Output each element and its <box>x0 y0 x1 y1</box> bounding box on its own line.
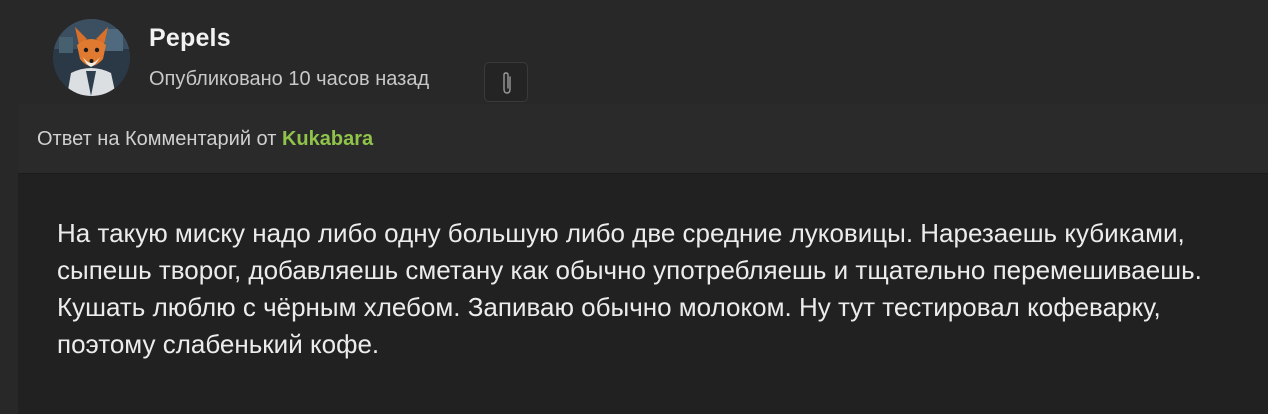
reply-prefix: Ответ на Комментарий от <box>37 128 277 150</box>
post-header: Pepels Опубликовано 10 часов назад <box>0 0 1268 104</box>
reply-reference: Ответ на Комментарий от Kukabara <box>37 128 373 151</box>
paperclip-icon <box>503 72 511 94</box>
comment-text: На такую миску надо либо одну большую ли… <box>57 218 1202 359</box>
attachment-button[interactable] <box>484 62 528 102</box>
post-author-name[interactable]: Pepels <box>149 24 231 53</box>
reply-author-link[interactable]: Kukabara <box>282 128 373 150</box>
comment-card: Ответ на Комментарий от Kukabara На таку… <box>18 104 1268 414</box>
fox-avatar-image <box>53 19 130 96</box>
avatar[interactable] <box>53 19 130 96</box>
reply-reference-bar: Ответ на Комментарий от Kukabara <box>18 104 1268 174</box>
published-time: Опубликовано 10 часов назад <box>149 68 430 90</box>
